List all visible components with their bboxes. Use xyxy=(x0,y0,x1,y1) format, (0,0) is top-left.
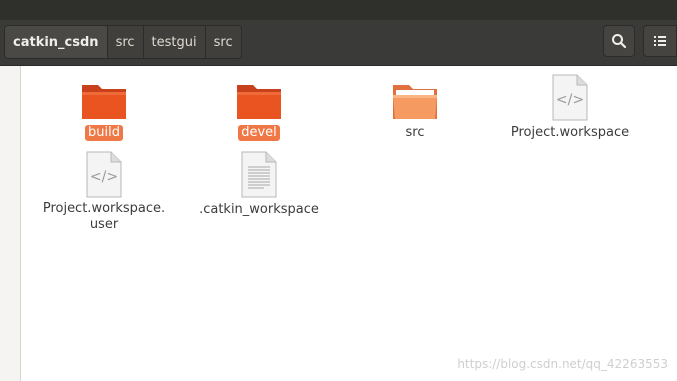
code-file-icon: </> xyxy=(552,74,588,121)
file-label: Project.workspace xyxy=(510,125,630,140)
watermark: https://blog.csdn.net/qq_42263553 xyxy=(457,357,668,371)
breadcrumb-testgui[interactable]: testgui xyxy=(142,25,206,59)
search-icon xyxy=(612,34,627,49)
file-label: devel xyxy=(238,125,280,141)
file-item-catkin-workspace[interactable]: .catkin_workspace xyxy=(189,151,329,218)
svg-text:</>: </> xyxy=(556,92,584,108)
file-item-devel[interactable]: devel xyxy=(189,81,329,141)
breadcrumb-src[interactable]: src xyxy=(106,25,144,59)
text-file-icon xyxy=(241,151,277,198)
file-label: .catkin_workspace xyxy=(199,202,319,217)
file-label: Project.workspace.user xyxy=(42,201,166,232)
window-titlebar xyxy=(0,0,677,20)
file-item-project-workspace[interactable]: </> Project.workspace xyxy=(500,74,640,141)
svg-text:</>: </> xyxy=(90,169,118,185)
file-view: build devel src </> Project.workspace </… xyxy=(21,66,677,381)
list-view-icon xyxy=(654,36,666,46)
folder-open-icon xyxy=(393,85,437,119)
file-item-src[interactable]: src xyxy=(345,81,485,141)
sidebar xyxy=(0,66,21,381)
breadcrumb-catkin-csdn[interactable]: catkin_csdn xyxy=(4,25,108,59)
code-file-icon: </> xyxy=(86,151,122,198)
breadcrumb: catkin_csdn src testgui src xyxy=(4,25,242,59)
file-label: build xyxy=(85,125,123,141)
file-label: src xyxy=(405,125,425,140)
breadcrumb-src-current[interactable]: src xyxy=(204,25,242,59)
view-toggle-button[interactable] xyxy=(643,25,677,57)
search-button[interactable] xyxy=(603,25,635,57)
file-item-project-workspace-user[interactable]: </> Project.workspace.user xyxy=(34,151,174,233)
file-item-build[interactable]: build xyxy=(34,81,174,141)
folder-icon xyxy=(237,85,281,119)
header-bar: catkin_csdn src testgui src xyxy=(0,20,677,66)
folder-icon xyxy=(82,85,126,119)
